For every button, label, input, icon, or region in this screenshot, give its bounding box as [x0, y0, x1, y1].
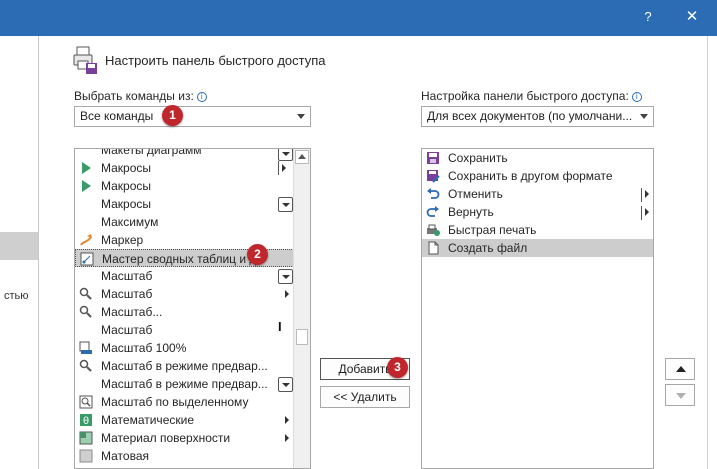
separator-icon: [641, 206, 642, 220]
list-item[interactable]: Масштаб: [75, 267, 310, 285]
matte-icon: [79, 449, 93, 463]
redo-icon: [426, 206, 439, 217]
list-item[interactable]: Макеты диаграмм: [75, 149, 310, 159]
customize-toolbar-text: Настройка панели быстрого доступа:: [421, 89, 629, 103]
list-item-selected[interactable]: Создать файл: [422, 239, 653, 257]
scroll-thumb[interactable]: [296, 329, 308, 345]
customize-for-combo[interactable]: Для всех документов (по умолчани...: [421, 106, 654, 127]
undo-icon: [427, 188, 440, 199]
list-item[interactable]: Материал поверхности: [75, 429, 310, 447]
zoom-100-icon: [79, 341, 92, 354]
options-navigation: стью: [0, 36, 39, 469]
callout-badge-3: 3: [387, 357, 408, 378]
info-icon: i: [631, 92, 642, 102]
new-file-icon: [428, 241, 439, 255]
available-commands-scrollbar[interactable]: [293, 149, 310, 468]
separator-icon: [641, 188, 642, 202]
move-down-button[interactable]: [665, 384, 695, 406]
nav-item-fragment[interactable]: стью: [4, 290, 29, 302]
magnifier-icon: [79, 305, 92, 318]
move-up-button[interactable]: [665, 358, 695, 380]
chevron-right-icon: [285, 434, 289, 442]
chevron-right-icon: [645, 190, 649, 198]
list-item[interactable]: Масштаб...: [75, 303, 310, 321]
choose-commands-value: Все команды: [80, 109, 154, 123]
list-item[interactable]: Макросы: [75, 195, 310, 213]
chevron-down-icon[interactable]: [297, 114, 305, 119]
list-item[interactable]: θ Математические: [75, 411, 310, 429]
list-item[interactable]: Масштаб в режиме предвар...: [75, 357, 310, 375]
callout-badge-2: 2: [247, 244, 268, 265]
choose-commands-combo[interactable]: Все команды: [74, 106, 311, 127]
list-item[interactable]: Масштаб 100%: [75, 339, 310, 357]
list-item[interactable]: Сохранить в другом формате: [422, 167, 653, 185]
qat-dialog-content: Настроить панель быстрого доступа Выбрат…: [39, 36, 707, 469]
quick-access-toolbar-icon: [73, 46, 97, 74]
arrow-up-icon: [676, 366, 686, 372]
arrow-down-icon: [676, 393, 686, 399]
chevron-right-icon: [645, 208, 649, 216]
list-item[interactable]: Масштаб в режиме предвар...: [75, 375, 310, 393]
svg-text:θ: θ: [83, 416, 89, 427]
save-as-icon: [427, 170, 440, 183]
callout-badge-1: 1: [162, 105, 183, 126]
magnifier-icon: [79, 287, 92, 300]
split-dropdown-icon: [278, 269, 293, 284]
list-item[interactable]: Масштаб по выделенному: [75, 393, 310, 411]
split-dropdown-icon: [278, 149, 293, 161]
chevron-right-icon: [285, 290, 289, 298]
remove-button[interactable]: << Удалить: [320, 386, 410, 408]
list-item[interactable]: Макросы: [75, 177, 310, 195]
scroll-up-icon[interactable]: [295, 150, 309, 164]
marker-icon: [80, 234, 92, 246]
list-item[interactable]: Масштаб: [75, 285, 310, 303]
text-cursor-icon: I: [278, 319, 282, 334]
list-item-selected[interactable]: Мастер сводных таблиц и д: [75, 249, 310, 267]
quick-print-icon: [427, 224, 440, 236]
info-icon: i: [196, 92, 207, 102]
chevron-down-icon[interactable]: [640, 114, 648, 119]
list-item[interactable]: Вернуть: [422, 203, 653, 221]
list-item[interactable]: Масштаб: [75, 321, 310, 339]
math-icon: θ: [80, 414, 92, 427]
list-item[interactable]: Матовая: [75, 447, 310, 465]
play-icon: [82, 180, 91, 192]
customize-toolbar-label: Настройка панели быстрого доступа: i: [421, 89, 642, 103]
magnifier-icon: [79, 359, 92, 372]
list-item[interactable]: Маркер: [75, 231, 310, 249]
split-dropdown-icon: [278, 197, 293, 212]
right-edge-panel: [707, 36, 717, 469]
choose-commands-text: Выбрать команды из:: [74, 89, 194, 103]
dialog-heading: Настроить панель быстрого доступа: [105, 53, 326, 68]
title-bar: ? ✕: [0, 0, 717, 36]
pivot-wizard-icon: [80, 252, 94, 266]
chevron-right-icon: [285, 416, 289, 424]
save-icon: [427, 152, 439, 164]
separator-icon: [278, 161, 279, 175]
nav-selected-item[interactable]: [0, 232, 38, 260]
choose-commands-label: Выбрать команды из: i: [74, 89, 207, 103]
material-icon: [79, 431, 93, 445]
toolbar-commands-list[interactable]: Сохранить Сохранить в другом формате Отм…: [421, 148, 654, 469]
list-item[interactable]: Сохранить: [422, 149, 653, 167]
help-button[interactable]: ?: [636, 6, 660, 28]
zoom-selection-icon: [79, 395, 93, 409]
list-item[interactable]: Быстрая печать: [422, 221, 653, 239]
chevron-right-icon: [282, 164, 286, 172]
split-dropdown-icon: [278, 377, 293, 392]
list-item[interactable]: Макросы: [75, 159, 310, 177]
list-item[interactable]: Максимум: [75, 213, 310, 231]
play-icon: [82, 162, 91, 174]
available-commands-list[interactable]: Макеты диаграмм Макросы Макросы Макросы …: [74, 148, 311, 469]
customize-for-value: Для всех документов (по умолчани...: [427, 109, 633, 123]
close-button[interactable]: ✕: [680, 6, 704, 28]
list-item[interactable]: Отменить: [422, 185, 653, 203]
